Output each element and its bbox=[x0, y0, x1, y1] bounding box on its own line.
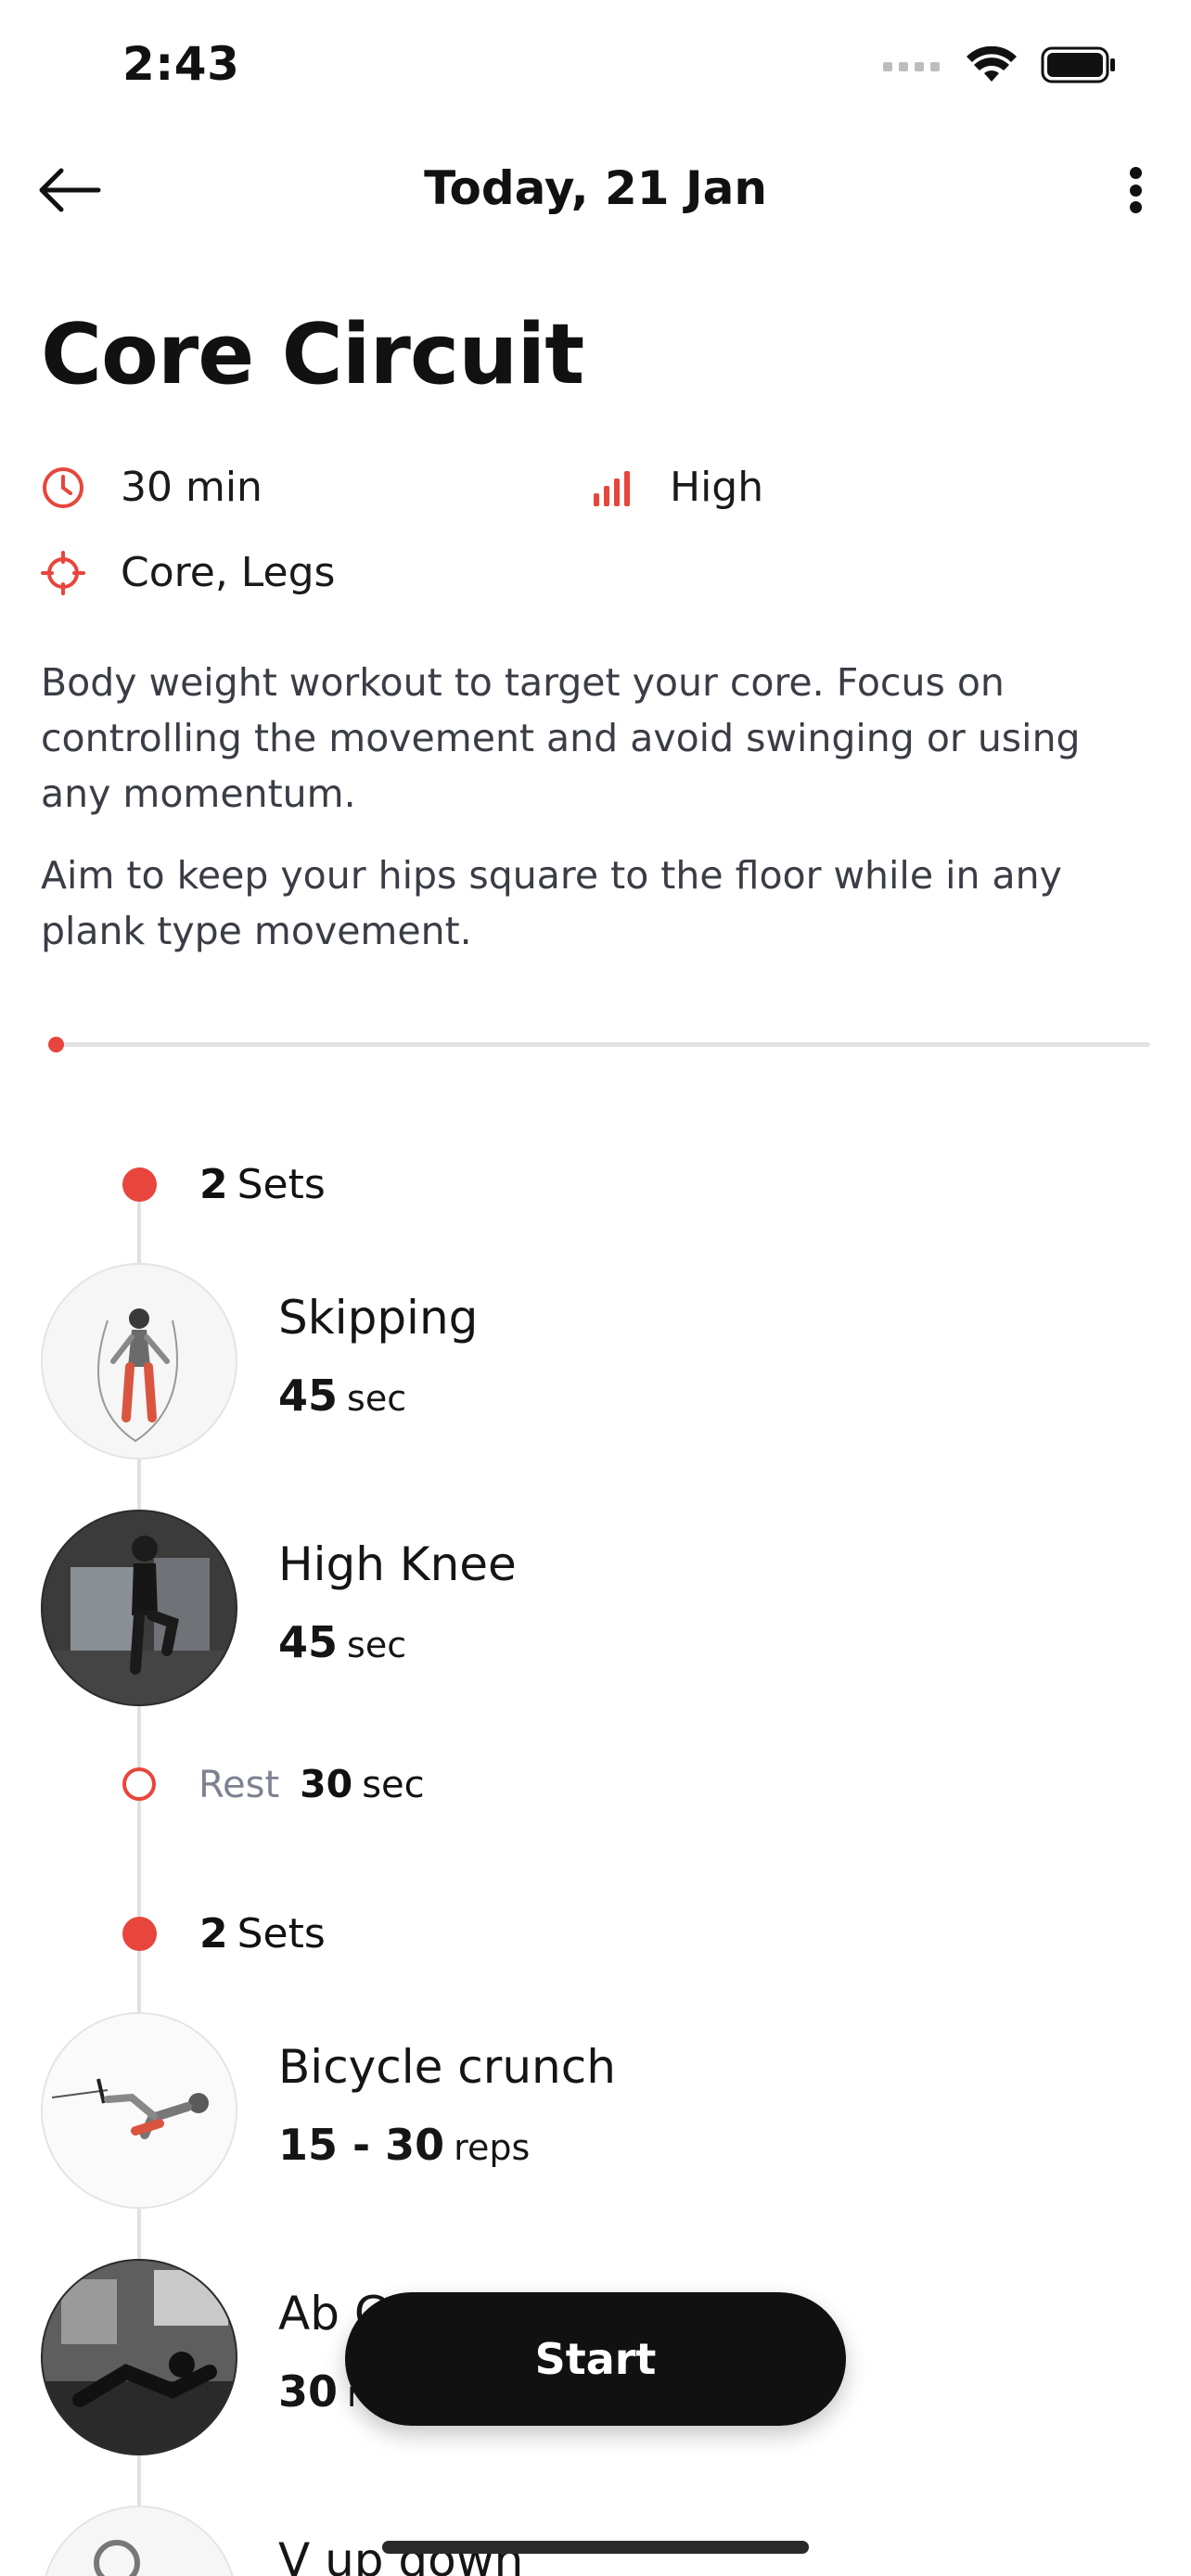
amount-value: 15 - 30 bbox=[278, 2120, 445, 2170]
intensity-bars-icon bbox=[594, 470, 630, 506]
amount-unit: sec bbox=[347, 1625, 407, 1665]
status-icons bbox=[883, 46, 1117, 83]
exercise-name: Skipping bbox=[278, 1291, 479, 1345]
exercise-thumbnail bbox=[41, 2259, 237, 2455]
workout-progress-bar bbox=[48, 1037, 1150, 1052]
amount-value: 30 bbox=[278, 2366, 339, 2417]
target-crosshair-icon bbox=[41, 550, 85, 595]
wifi-icon bbox=[967, 46, 1017, 82]
target-row: Core, Legs bbox=[41, 549, 335, 596]
sets-text: Sets bbox=[237, 1910, 326, 1958]
skipping-figure-image bbox=[97, 1308, 178, 1443]
nav-bar: Today, 21 Jan bbox=[0, 148, 1191, 232]
amount-value: 45 bbox=[278, 1617, 339, 1667]
exercise-thumbnail bbox=[41, 2012, 237, 2209]
exercise-item[interactable]: High Knee 45 sec bbox=[41, 1510, 1154, 1706]
v-up-down-figure-image bbox=[94, 2540, 140, 2576]
sets-count: 2 bbox=[199, 1910, 228, 1958]
more-vertical-icon-dot bbox=[1129, 184, 1142, 197]
target-value: Core, Legs bbox=[121, 549, 336, 596]
rest-label: Rest bbox=[198, 1764, 280, 1806]
duration-value: 30 min bbox=[121, 464, 263, 511]
rest-amount: 30 bbox=[300, 1762, 353, 1806]
exercise-amount: 15 - 30 reps bbox=[278, 2120, 530, 2170]
exercise-name: Bicycle crunch bbox=[278, 2040, 616, 2094]
set-label: 2 Sets bbox=[199, 1910, 326, 1958]
status-bar: 2:43 bbox=[0, 0, 1191, 130]
amount-unit: reps bbox=[454, 2127, 531, 2168]
home-indicator[interactable] bbox=[382, 2541, 809, 2554]
exercise-amount: 45 sec bbox=[278, 1617, 406, 1667]
exercise-thumbnail bbox=[41, 1263, 237, 1460]
description-paragraph: Body weight workout to target your core.… bbox=[41, 660, 1081, 816]
more-vertical-icon bbox=[1129, 167, 1142, 179]
set-label: 2 Sets bbox=[199, 1161, 326, 1208]
set-bullet bbox=[122, 1167, 157, 1202]
progress-indicator bbox=[48, 1037, 64, 1052]
exercise-item[interactable]: Skipping 45 sec bbox=[41, 1263, 1154, 1460]
sets-count: 2 bbox=[199, 1161, 228, 1208]
exercise-name: High Knee bbox=[278, 1537, 517, 1591]
more-button[interactable] bbox=[1108, 156, 1163, 224]
description-paragraph: Aim to keep your hips square to the floo… bbox=[41, 853, 1062, 953]
exercise-thumbnail bbox=[41, 2506, 237, 2576]
exercise-amount: 45 sec bbox=[278, 1371, 406, 1421]
bicycle-crunch-figure-image bbox=[43, 2014, 236, 2207]
ab-crunch-photo bbox=[43, 2261, 236, 2454]
set-header: 2 Sets bbox=[122, 1910, 326, 1958]
rest-bullet bbox=[122, 1767, 156, 1801]
exercise-item[interactable]: Bicycle crunch 15 - 30 reps bbox=[41, 2012, 1154, 2209]
nav-title: Today, 21 Jan bbox=[424, 161, 767, 215]
rest-item: Rest 30 sec bbox=[122, 1762, 425, 1806]
intensity-row: High bbox=[590, 464, 763, 511]
high-knee-photo bbox=[43, 1511, 236, 1704]
clock-icon bbox=[43, 466, 83, 508]
intensity-value: High bbox=[670, 464, 764, 511]
sets-text: Sets bbox=[237, 1161, 326, 1208]
battery-icon bbox=[1041, 46, 1115, 83]
exercise-name: V up down bbox=[278, 2533, 524, 2576]
duration-row: 30 min bbox=[41, 464, 263, 511]
start-button[interactable]: Start bbox=[345, 2292, 846, 2426]
set-header: 2 Sets bbox=[122, 1161, 326, 1208]
more-vertical-icon-dot bbox=[1129, 201, 1142, 213]
set-bullet bbox=[122, 1917, 157, 1951]
rest-unit: sec bbox=[362, 1764, 425, 1806]
exercise-thumbnail bbox=[41, 1510, 237, 1706]
status-time: 2:43 bbox=[122, 37, 240, 91]
amount-value: 45 bbox=[278, 1371, 339, 1421]
workout-title: Core Circuit bbox=[41, 306, 584, 403]
signal-icon bbox=[883, 62, 940, 71]
amount-unit: sec bbox=[347, 1378, 407, 1419]
